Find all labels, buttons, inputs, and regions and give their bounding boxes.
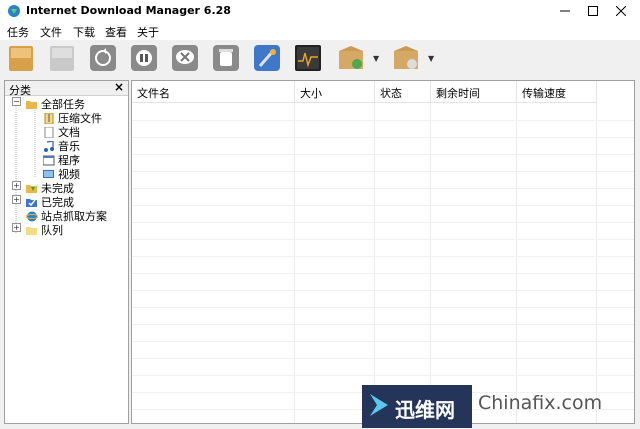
tree-item-unfinished[interactable]: 未完成 (26, 180, 74, 195)
idm-app-icon (8, 5, 20, 17)
grid-row-line (132, 239, 634, 240)
menu-bar: 任务 文件 下载 查看 关于 (0, 22, 640, 40)
menu-tasks[interactable]: 任务 (7, 24, 29, 40)
queue-folder-icon (26, 227, 37, 235)
video-icon (43, 170, 54, 178)
column-header-filename[interactable]: 文件名 (132, 81, 295, 103)
tree-item-programs[interactable]: 程序 (43, 152, 80, 167)
stop-icon[interactable] (130, 43, 158, 73)
minimize-icon (560, 10, 570, 12)
grid-row-line (132, 222, 634, 223)
grid-row-line (132, 120, 634, 121)
toolbar: ▼ ▼ (0, 40, 640, 78)
program-icon (43, 155, 55, 166)
refresh-icon[interactable] (89, 43, 117, 73)
add-url-icon[interactable] (7, 43, 35, 73)
grid-row-line (132, 171, 634, 172)
unfinished-folder-icon (26, 185, 37, 193)
download-list[interactable]: 文件名 大小 状态 剩余时间 传输速度 (131, 80, 635, 424)
start-queue-icon[interactable] (337, 43, 365, 73)
tree-item-video[interactable]: 视频 (43, 166, 80, 181)
expander-queues[interactable]: + (12, 223, 21, 232)
categories-pane: 分类 × − 全部任务 压缩文件 文档 音乐 程序 视频 + 未完成 + 已完成… (4, 80, 129, 424)
grid-row-line (132, 205, 634, 206)
grid-row-line (132, 137, 634, 138)
column-header-status[interactable]: 状态 (375, 81, 431, 103)
watermark-logo (370, 394, 388, 416)
categories-header: 分类 × (5, 80, 128, 97)
column-header-size[interactable]: 大小 (295, 81, 375, 103)
close-icon (616, 6, 626, 16)
maximize-icon (588, 6, 598, 16)
delete-icon[interactable] (212, 43, 240, 73)
grid-row-line (132, 341, 634, 342)
column-header-time-left[interactable]: 剩余时间 (431, 81, 517, 103)
grid-row-line (132, 358, 634, 359)
grid-row-line (132, 256, 634, 257)
menu-file[interactable]: 文件 (40, 24, 62, 40)
resume-icon[interactable] (48, 43, 76, 73)
folder-open-icon (26, 101, 37, 109)
tree-item-all-tasks[interactable]: 全部任务 (26, 96, 85, 111)
maximize-button[interactable] (578, 0, 608, 22)
tree-item-music[interactable]: 音乐 (43, 138, 80, 153)
watermark-brand: 迅维网 (395, 398, 455, 422)
column-header-transfer-rate[interactable]: 传输速度 (517, 81, 597, 103)
tree-item-site-grabber[interactable]: 站点抓取方案 (26, 208, 107, 223)
options-icon[interactable] (253, 43, 281, 73)
stop-queue-icon[interactable] (392, 43, 420, 73)
tree-item-finished[interactable]: 已完成 (26, 194, 74, 209)
music-icon (44, 141, 54, 152)
tree-item-documents[interactable]: 文档 (43, 124, 80, 139)
grid-row-line (132, 188, 634, 189)
tree-item-queues[interactable]: 队列 (26, 222, 63, 237)
minimize-button[interactable] (550, 0, 580, 22)
expander-finished[interactable]: + (12, 195, 21, 204)
grid-row-line (132, 324, 634, 325)
menu-download[interactable]: 下载 (73, 24, 95, 40)
start-queue-dropdown-icon[interactable]: ▼ (373, 54, 379, 63)
stop-queue-dropdown-icon[interactable]: ▼ (428, 54, 434, 63)
archive-icon (44, 113, 54, 124)
grid-row-line (132, 290, 634, 291)
grid-row-line (132, 154, 634, 155)
title-bar: Internet Download Manager 6.28 (0, 0, 640, 23)
tree-item-label: 队列 (41, 224, 63, 237)
close-button[interactable] (606, 0, 636, 22)
window-title: Internet Download Manager 6.28 (26, 4, 231, 17)
document-icon (44, 127, 54, 138)
categories-close-icon[interactable]: × (114, 80, 124, 94)
tree-item-archives[interactable]: 压缩文件 (43, 110, 102, 125)
menu-view[interactable]: 查看 (105, 24, 127, 40)
finished-folder-icon (26, 199, 37, 207)
watermark-site: Chinafix.com (478, 392, 603, 414)
menu-about[interactable]: 关于 (137, 24, 159, 40)
expander-unfinished[interactable]: + (12, 181, 21, 190)
grid-row-line (132, 307, 634, 308)
expander-all-tasks[interactable]: − (12, 97, 21, 106)
scheduler-icon[interactable] (294, 43, 322, 73)
site-grabber-icon (26, 211, 38, 222)
stop-all-icon[interactable] (171, 43, 199, 73)
grid-row-line (132, 375, 634, 376)
grid-row-line (132, 273, 634, 274)
